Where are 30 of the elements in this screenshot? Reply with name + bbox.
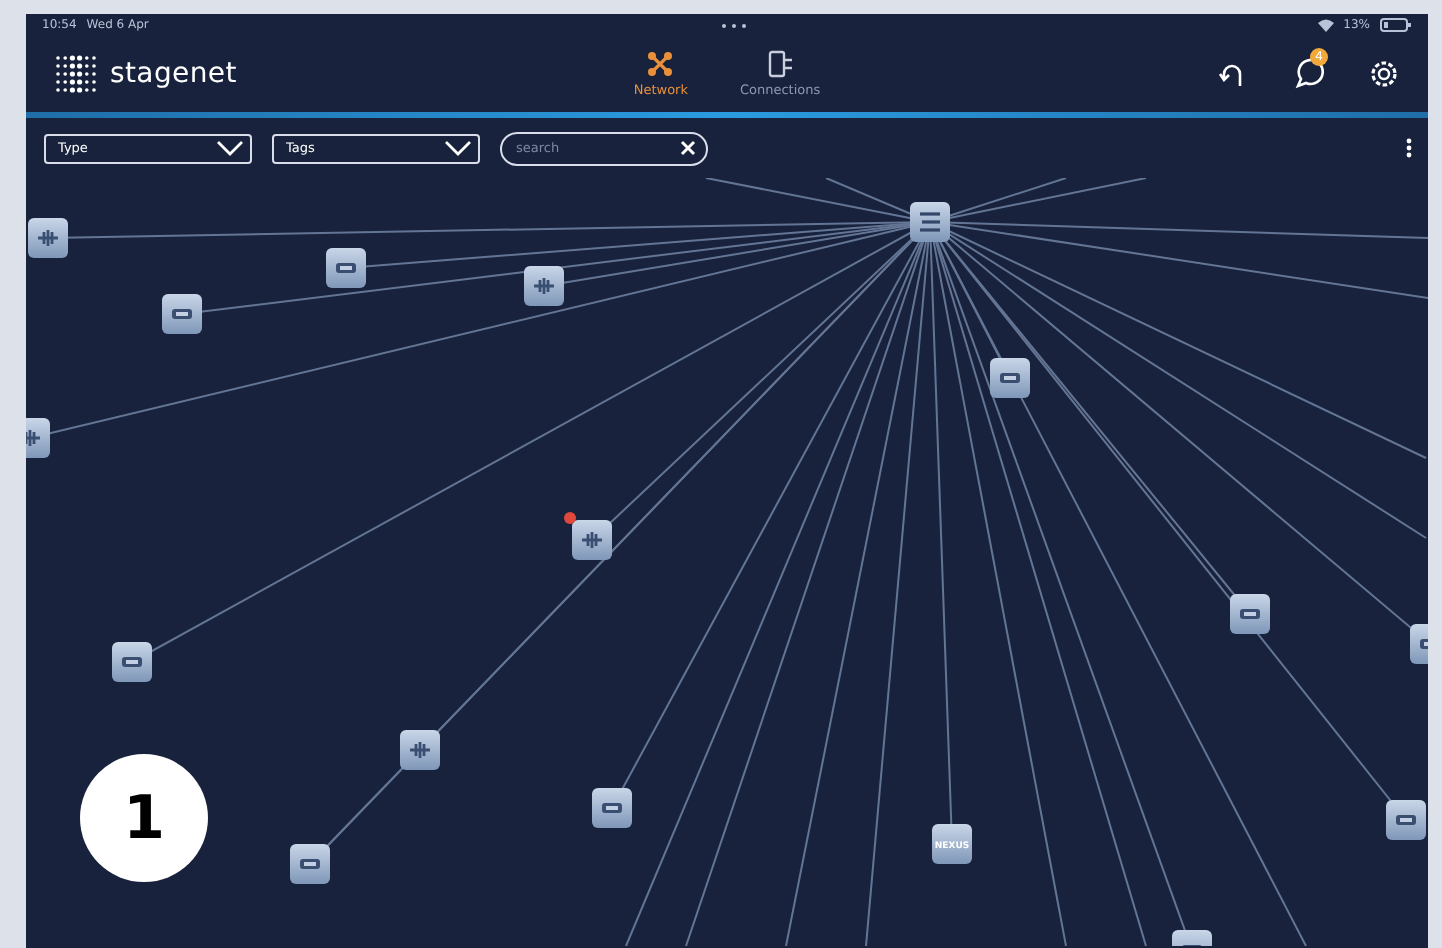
chat-bubble-icon[interactable] (1292, 58, 1324, 90)
device-node[interactable] (572, 520, 612, 560)
brand-name: stagenet (110, 58, 237, 90)
clear-icon[interactable] (680, 140, 696, 156)
device-node[interactable] (1230, 594, 1270, 634)
device-node[interactable] (1410, 624, 1428, 664)
network-nodes-icon (646, 50, 675, 78)
dotted-grid-logo-icon (54, 54, 98, 94)
device-node[interactable] (1386, 800, 1426, 840)
settings-icon[interactable] (1368, 58, 1400, 90)
device-node[interactable] (290, 844, 330, 884)
wifi-icon (1317, 18, 1334, 32)
device-node[interactable] (400, 730, 440, 770)
device-node[interactable] (990, 358, 1030, 398)
device-node[interactable] (26, 418, 50, 458)
battery-icon (1380, 18, 1413, 32)
device-node[interactable] (326, 248, 366, 288)
device-node[interactable] (162, 294, 202, 334)
device-node[interactable] (910, 202, 950, 242)
plug-icon (766, 50, 795, 78)
step-number: 1 (80, 754, 208, 882)
chevron-down-icon (444, 140, 472, 156)
device-node[interactable] (524, 266, 564, 306)
device-node[interactable] (592, 788, 632, 828)
device-node[interactable] (28, 218, 68, 258)
device-node[interactable] (1172, 930, 1212, 946)
more-dots-icon[interactable] (719, 21, 748, 29)
more-options-icon[interactable] (1406, 138, 1412, 158)
device-node[interactable] (112, 642, 152, 682)
chevron-down-icon (216, 140, 244, 156)
